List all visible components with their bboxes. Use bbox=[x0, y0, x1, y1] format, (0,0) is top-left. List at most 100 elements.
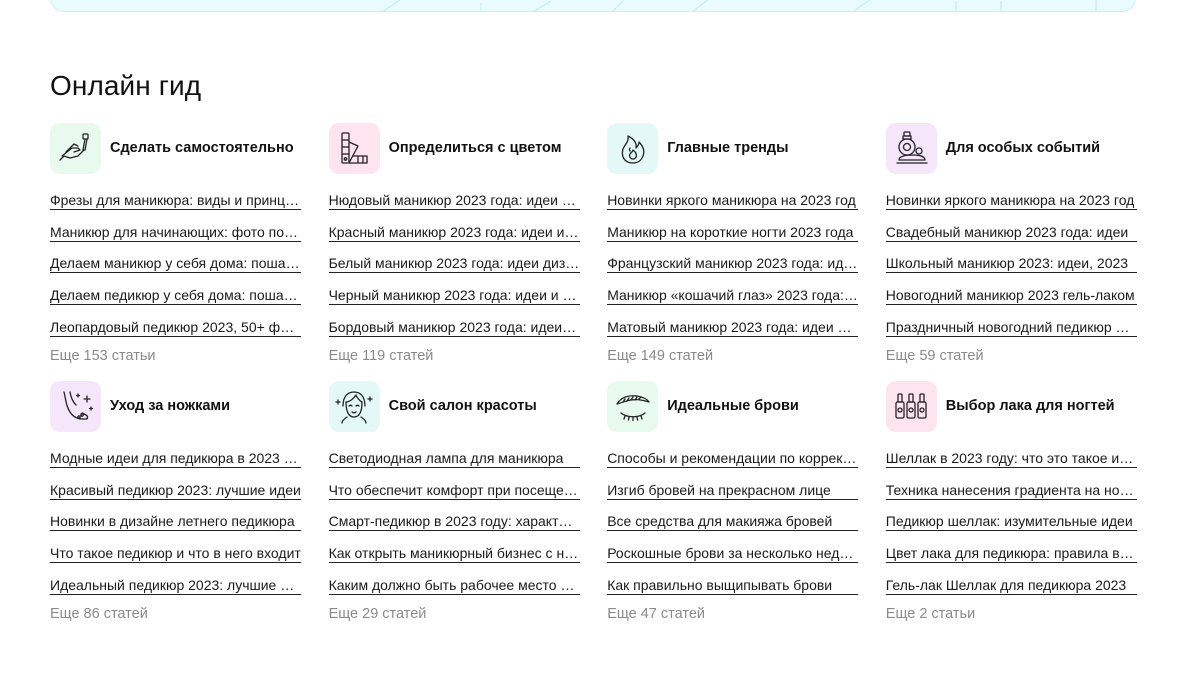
list-item: Делаем педикюр у себя дома: пошаговая ин… bbox=[50, 280, 301, 312]
more-articles-link[interactable]: Еще 29 статей bbox=[329, 606, 427, 622]
article-link[interactable]: Делаем маникюр у себя дома: пошаговая ин… bbox=[50, 255, 301, 274]
banner-decoration bbox=[382, 0, 1097, 11]
list-item: Французский маникюр 2023 года: идеи bbox=[607, 248, 859, 280]
article-link[interactable]: Что обеспечит комфорт при посещении сало… bbox=[328, 482, 580, 500]
article-link[interactable]: Все средства для макияжа бровей bbox=[607, 513, 859, 532]
article-link[interactable]: Гель-лак Шеллак для педикюра 2023 bbox=[885, 577, 1137, 595]
list-item: Белый маникюр 2023 года: идеи дизайна bbox=[328, 248, 580, 280]
list-item: Черный маникюр 2023 года: идеи и фото bbox=[328, 280, 580, 312]
card-header[interactable]: Свой салон красоты bbox=[328, 380, 580, 432]
article-link[interactable]: Роскошные брови за несколько недель bbox=[607, 545, 859, 563]
article-link[interactable]: Бордовый маникюр 2023 года: идеи и фото bbox=[328, 319, 580, 337]
article-link[interactable]: Леопардовый педикюр 2023, 50+ фото bbox=[50, 319, 301, 337]
card-header[interactable]: Главные тренды bbox=[607, 122, 858, 174]
nail-polish-bottles-icon bbox=[885, 380, 937, 432]
card-title: Главные тренды bbox=[667, 140, 789, 156]
more-articles-link[interactable]: Еще 149 статей bbox=[607, 348, 713, 364]
article-link[interactable]: Красивый педикюр 2023: лучшие идеи bbox=[50, 482, 301, 500]
list-item: Что такое педикюр и что в него входит bbox=[50, 538, 301, 570]
article-link[interactable]: Фрезы для маникюра: виды и принцип работ… bbox=[50, 192, 301, 210]
hand-nail-file-icon bbox=[50, 122, 101, 174]
list-item: Педикюр шеллак: изумительные идеи bbox=[885, 506, 1137, 538]
article-link[interactable]: Смарт-педикюр в 2023 году: характеристик… bbox=[328, 513, 580, 532]
list-item: Как правильно выщипывать брови bbox=[607, 570, 859, 602]
more-articles-link[interactable]: Еще 86 статей bbox=[50, 606, 148, 622]
list-item: Маникюр на короткие ногти 2023 года bbox=[607, 217, 859, 249]
list-item: Леопардовый педикюр 2023, 50+ фото bbox=[50, 312, 301, 344]
list-item: Фрезы для маникюра: виды и принцип работ… bbox=[50, 185, 301, 217]
article-link[interactable]: Новинки яркого маникюра на 2023 год bbox=[607, 192, 859, 210]
list-item: Все средства для макияжа бровей bbox=[607, 506, 859, 538]
list-item: Праздничный новогодний педикюр 2023 bbox=[885, 312, 1137, 344]
article-link[interactable]: Свадебный маникюр 2023 года: идеи bbox=[885, 224, 1137, 242]
article-link[interactable]: Новогодний маникюр 2023 гель-лаком bbox=[885, 287, 1137, 305]
article-link[interactable]: Французский маникюр 2023 года: идеи bbox=[607, 255, 859, 274]
article-link[interactable]: Шеллак в 2023 году: что это такое и как … bbox=[885, 450, 1137, 468]
article-link[interactable]: Педикюр шеллак: изумительные идеи bbox=[885, 513, 1137, 532]
list-item: Делаем маникюр у себя дома: пошаговая ин… bbox=[50, 248, 301, 280]
article-link[interactable]: Каким должно быть рабочее место мастера bbox=[328, 577, 580, 595]
article-link[interactable]: Изгиб бровей на прекрасном лице bbox=[607, 482, 859, 500]
article-link[interactable]: Праздничный новогодний педикюр 2023 bbox=[885, 319, 1137, 337]
article-link[interactable]: Делаем педикюр у себя дома: пошаговая ин… bbox=[50, 287, 301, 305]
article-link[interactable]: Идеальный педикюр 2023: лучшие идеи bbox=[50, 577, 301, 595]
article-link[interactable]: Техника нанесения градиента на ногти bbox=[885, 482, 1137, 500]
section-title: Онлайн гид bbox=[50, 70, 202, 101]
more-articles-link[interactable]: Еще 153 статьи bbox=[50, 348, 156, 364]
article-link[interactable]: Новинки яркого маникюра на 2023 год bbox=[885, 192, 1137, 210]
list-item: Каким должно быть рабочее место мастера bbox=[328, 570, 580, 602]
perfume-ring-icon bbox=[885, 122, 937, 174]
list-item: Идеальный педикюр 2023: лучшие идеи bbox=[50, 570, 301, 602]
article-link[interactable]: Маникюр на короткие ногти 2023 года bbox=[607, 224, 859, 242]
card-header[interactable]: Идеальные брови bbox=[607, 380, 858, 432]
list-item: Смарт-педикюр в 2023 году: характеристик… bbox=[328, 506, 580, 538]
more-articles-link[interactable]: Еще 2 статьи bbox=[886, 606, 975, 622]
article-link[interactable]: Как правильно выщипывать брови bbox=[607, 577, 859, 595]
article-list: Шеллак в 2023 году: что это такое и как … bbox=[885, 443, 1137, 601]
article-list: Фрезы для маникюра: виды и принцип работ… bbox=[50, 185, 301, 343]
article-list: Модные идеи для педикюра в 2023 году Кра… bbox=[50, 443, 301, 601]
article-link[interactable]: Модные идеи для педикюра в 2023 году bbox=[50, 450, 301, 468]
card-header[interactable]: Выбор лака для ногтей bbox=[885, 380, 1137, 432]
article-link[interactable]: Маникюр для начинающих: фото пошагово bbox=[50, 224, 301, 242]
article-link[interactable]: Маникюр «кошачий глаз» 2023 года: фото bbox=[607, 287, 859, 305]
article-link[interactable]: Новинки в дизайне летнего педикюра bbox=[50, 513, 301, 532]
article-list: Нюдовый маникюр 2023 года: идеи и фото К… bbox=[328, 185, 580, 344]
guide-card-beauty-salon: Свой салон красоты Светодиодная лампа дл… bbox=[328, 380, 580, 622]
list-item: Техника нанесения градиента на ногти bbox=[885, 475, 1137, 507]
card-title: Определиться с цветом bbox=[388, 140, 562, 156]
list-item: Новинки яркого маникюра на 2023 год bbox=[607, 185, 859, 217]
article-link[interactable]: Нюдовый маникюр 2023 года: идеи и фото bbox=[328, 192, 580, 210]
article-link[interactable]: Цвет лака для педикюра: правила выбора bbox=[885, 545, 1137, 563]
list-item: Цвет лака для педикюра: правила выбора bbox=[885, 538, 1137, 570]
article-link[interactable]: Способы и рекомендации по коррекции бров… bbox=[607, 450, 859, 468]
article-link[interactable]: Светодиодная лампа для маникюра bbox=[328, 450, 580, 468]
card-title: Свой салон красоты bbox=[388, 398, 537, 414]
card-title: Уход за ножками bbox=[110, 398, 231, 414]
article-link[interactable]: Белый маникюр 2023 года: идеи дизайна bbox=[328, 255, 580, 274]
list-item: Новинки в дизайне летнего педикюра bbox=[50, 506, 301, 538]
woman-face-icon bbox=[328, 380, 380, 432]
article-link[interactable]: Красный маникюр 2023 года: идеи и фото bbox=[328, 224, 580, 242]
guide-card-diy: Сделать самостоятельно Фрезы для маникюр… bbox=[50, 122, 301, 364]
article-list: Новинки яркого маникюра на 2023 год Свад… bbox=[885, 185, 1137, 344]
list-item: Школьный маникюр 2023: идеи, 2023 bbox=[885, 248, 1137, 280]
article-link[interactable]: Черный маникюр 2023 года: идеи и фото bbox=[328, 287, 580, 305]
more-articles-link[interactable]: Еще 119 статей bbox=[329, 348, 434, 364]
list-item: Красный маникюр 2023 года: идеи и фото bbox=[328, 217, 580, 249]
card-title: Для особых событий bbox=[945, 140, 1101, 156]
article-link[interactable]: Матовый маникюр 2023 года: идеи и фото bbox=[607, 319, 859, 337]
list-item: Бордовый маникюр 2023 года: идеи и фото bbox=[328, 312, 580, 344]
card-header[interactable]: Уход за ножками bbox=[50, 380, 301, 432]
card-title: Сделать самостоятельно bbox=[110, 140, 294, 156]
article-link[interactable]: Школьный маникюр 2023: идеи, 2023 bbox=[885, 255, 1137, 274]
list-item: Нюдовый маникюр 2023 года: идеи и фото bbox=[328, 185, 580, 217]
more-articles-link[interactable]: Еще 47 статей bbox=[607, 606, 705, 622]
article-link[interactable]: Как открыть маникюрный бизнес с нуля bbox=[328, 545, 580, 563]
more-articles-link[interactable]: Еще 59 статей bbox=[886, 348, 984, 364]
article-list: Способы и рекомендации по коррекции бров… bbox=[607, 443, 859, 602]
card-header[interactable]: Определиться с цветом bbox=[328, 122, 580, 174]
card-header[interactable]: Для особых событий bbox=[885, 122, 1137, 174]
article-link[interactable]: Что такое педикюр и что в него входит bbox=[50, 545, 301, 563]
card-header[interactable]: Сделать самостоятельно bbox=[50, 122, 301, 174]
